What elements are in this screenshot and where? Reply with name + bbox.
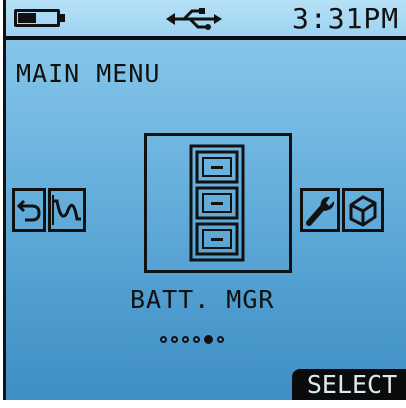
device-screen: 3:31PM MAIN MENU BATT. MGR SELECT xyxy=(3,0,406,400)
clock-time: 3:31PM xyxy=(292,2,400,35)
selected-item-label: BATT. MGR xyxy=(130,285,275,314)
wrench-icon xyxy=(306,197,335,226)
settings-menu-item[interactable] xyxy=(300,188,340,232)
cube-menu-item[interactable] xyxy=(342,188,384,232)
page-title: MAIN MENU xyxy=(16,59,161,88)
battery-cabinet-icon xyxy=(189,144,245,262)
battery-icon xyxy=(14,9,66,29)
page-dot-active xyxy=(204,335,213,344)
page-dot xyxy=(182,336,189,343)
page-dot xyxy=(217,336,224,343)
cube-icon xyxy=(349,195,377,227)
back-button[interactable] xyxy=(12,188,46,232)
selected-menu-item[interactable] xyxy=(144,133,292,273)
bottom-border xyxy=(0,400,406,408)
waveform-menu-item[interactable] xyxy=(48,188,86,232)
usb-icon xyxy=(166,8,222,30)
page-dot xyxy=(160,336,167,343)
back-arrow-icon xyxy=(16,199,41,222)
page-dot xyxy=(193,336,200,343)
waveform-icon xyxy=(52,195,81,225)
select-button[interactable]: SELECT xyxy=(292,369,406,400)
page-indicator xyxy=(160,335,224,344)
status-bar: 3:31PM xyxy=(6,0,406,40)
page-dot xyxy=(171,336,178,343)
